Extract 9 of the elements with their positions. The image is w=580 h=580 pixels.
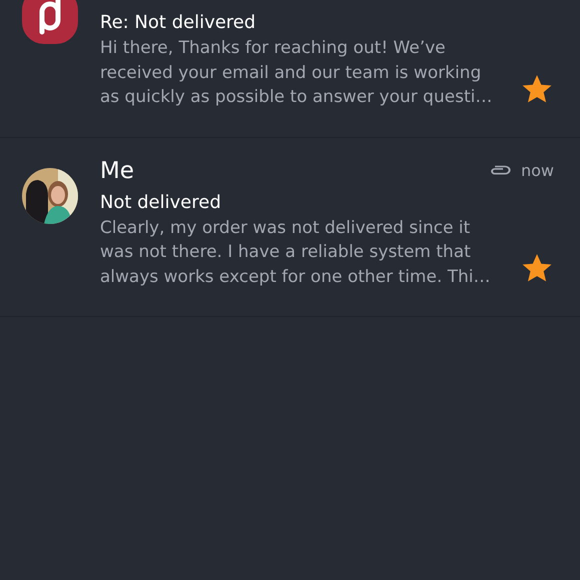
app-logo: [22, 0, 78, 44]
message-item[interactable]: Re: Not delivered Hi there, Thanks for reaching out! We’ve received your email and our team is working as quickly as possible to answer your questi…: [0, 0, 580, 138]
preview-text: Clearly, my order was not delivered since it was not there. I have a reliable system that always works except for one other time. Thi…: [100, 216, 490, 288]
preview-text: Hi there, Thanks for reaching out! We’ve received your email and our team is working as quickly as possible to answer your questi…: [100, 37, 492, 109]
subject: Not delivered: [100, 190, 222, 214]
message-item[interactable]: Me now Not delivered Clearly, my order was not delivered since it was not there. I have a reliable system that always works except for one other time. Thi…: [0, 138, 580, 317]
time: now: [520, 161, 554, 180]
sender-name: Me: [100, 158, 134, 184]
subject: Re: Not delivered: [100, 11, 257, 35]
